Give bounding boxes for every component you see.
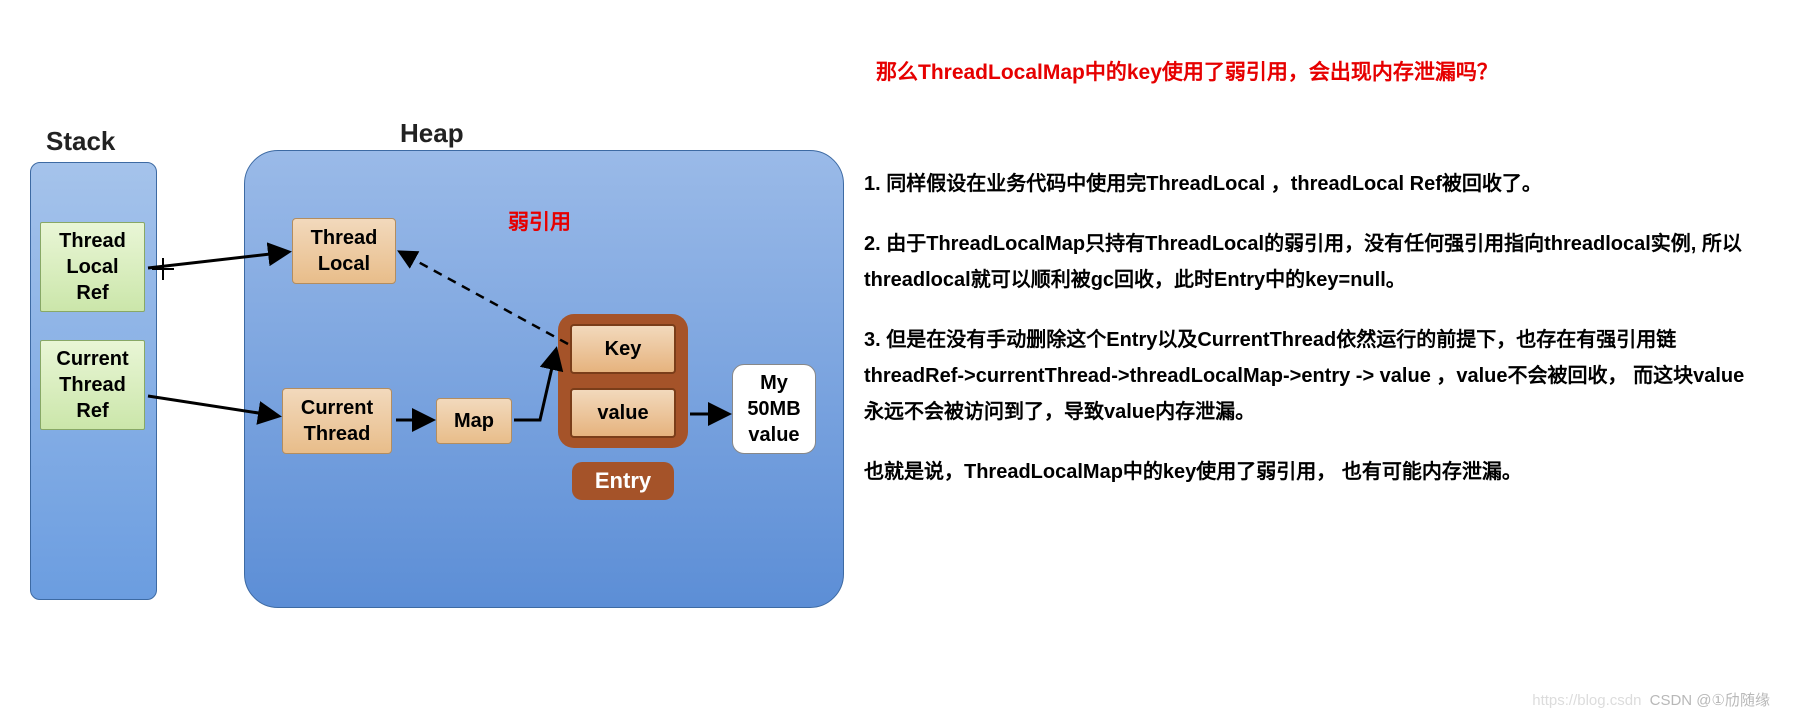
question-title: 那么ThreadLocalMap中的key使用了弱引用，会出现内存泄漏吗？ [876,56,1498,86]
stack-label: Stack [46,126,115,157]
paragraph-1: 1. 同样假设在业务代码中使用完ThreadLocal ，threadLocal… [864,166,1752,202]
thread-local-box: ThreadLocal [292,218,396,284]
explanation-text: 1. 同样假设在业务代码中使用完ThreadLocal ，threadLocal… [864,166,1752,514]
paragraph-2: 2. 由于ThreadLocalMap只持有ThreadLocal的弱引用，没有… [864,226,1752,298]
current-thread-ref-box: CurrentThreadRef [40,340,145,430]
entry-value-field: value [570,388,676,438]
paragraph-4: 也就是说，ThreadLocalMap中的key使用了弱引用， 也有可能内存泄漏… [864,454,1752,490]
watermark-main: CSDN @①劤随缘 [1650,692,1770,709]
watermark: https://blog.csdn CSDN @①劤随缘 [1532,689,1770,710]
map-box: Map [436,398,512,444]
weak-reference-label: 弱引用 [508,206,571,236]
thread-local-ref-box: ThreadLocalRef [40,222,145,312]
entry-key-field: Key [570,324,676,374]
current-thread-box: CurrentThread [282,388,392,454]
entry-box: Key value [558,314,688,448]
heap-label: Heap [400,118,464,149]
my-value-box: My50MBvalue [732,364,816,454]
watermark-faint: https://blog.csdn [1532,692,1641,709]
entry-label: Entry [572,462,674,500]
mouse-cursor-icon [152,258,174,280]
paragraph-3: 3. 但是在没有手动删除这个Entry以及CurrentThread依然运行的前… [864,322,1752,430]
